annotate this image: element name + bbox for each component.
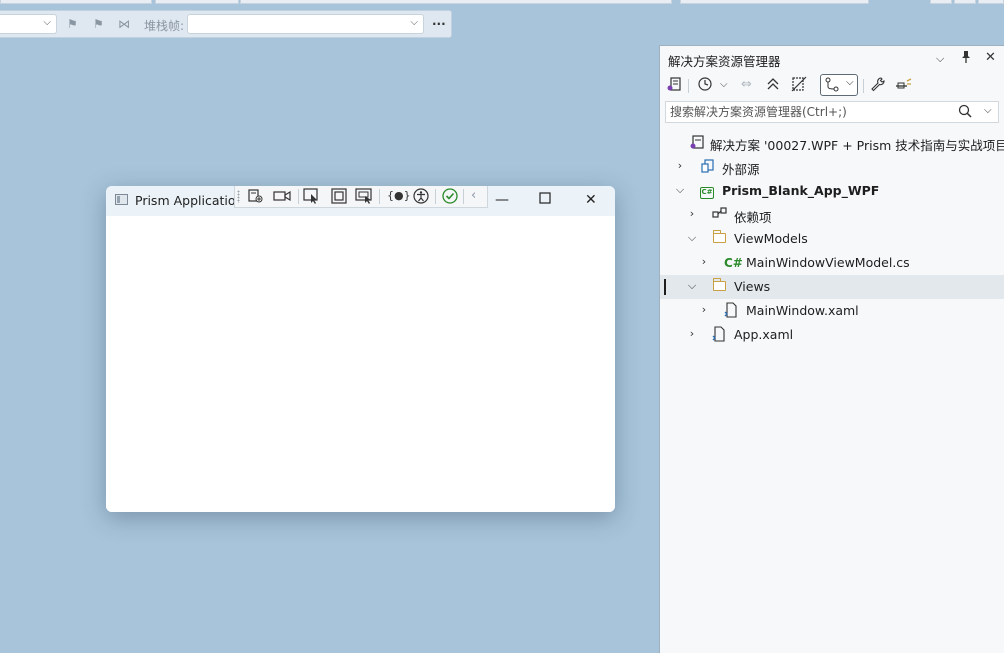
xaml-file-icon [712, 326, 726, 346]
xaml-runtime-toolbar: {●} ‹ [234, 186, 488, 208]
chevron-right-icon[interactable]: › [686, 327, 698, 340]
prism-app-window: Prism Application {●} ‹ — ✕ [106, 186, 615, 512]
top-strip-segment [930, 0, 952, 4]
properties-wrench-icon[interactable] [870, 76, 886, 98]
tree-item-external-sources[interactable]: › 外部源 [660, 155, 1004, 179]
chevron-right-icon[interactable]: › [698, 255, 710, 268]
toolbar-separator [435, 189, 436, 204]
chevron-down-icon[interactable]: ⌵ [936, 52, 944, 66]
preview-selected-icon[interactable] [895, 76, 913, 98]
tree-item-app-xaml[interactable]: › App.xaml [660, 323, 1004, 347]
select-element-icon[interactable] [303, 188, 321, 209]
xaml-file-icon [724, 302, 738, 322]
app-title-bar[interactable]: Prism Application {●} ‹ — ✕ [106, 186, 615, 216]
app-content-area [106, 216, 615, 512]
tree-item-label: App.xaml [734, 327, 794, 342]
live-visual-tree-icon[interactable] [247, 188, 263, 209]
dependencies-icon [712, 206, 728, 226]
tree-item-project[interactable]: ⌵ C# Prism_Blank_App_WPF [660, 179, 1004, 203]
record-video-icon[interactable] [273, 188, 291, 209]
top-strip-segment [978, 0, 1004, 4]
app-window-icon [115, 194, 128, 205]
tree-item-label: 外部源 [722, 162, 760, 177]
flag-all-icon[interactable]: ⚑ [93, 16, 104, 32]
tree-item-label: MainWindow.xaml [746, 303, 859, 318]
chevron-down-icon[interactable]: ⌵ [720, 76, 728, 94]
split-threads-icon[interactable]: ⋈ [118, 16, 130, 32]
chevron-right-icon[interactable]: › [674, 159, 686, 172]
chevron-right-icon[interactable]: › [686, 207, 698, 220]
toolbar-separator [379, 189, 380, 204]
tree-item-mainwindowviewmodel[interactable]: › C# MainWindowViewModel.cs [660, 251, 1004, 275]
sync-active-document-icon[interactable]: ⇔ [741, 76, 752, 94]
stack-frame-combo[interactable]: ⌵ [187, 14, 424, 34]
chevron-down-icon[interactable]: ⌵ [674, 183, 686, 197]
top-strip-segment [954, 0, 976, 4]
chevron-right-icon[interactable]: › [698, 303, 710, 316]
folder-icon [712, 278, 726, 295]
pending-changes-icon[interactable] [697, 76, 713, 98]
collapse-all-icon[interactable] [766, 76, 780, 98]
git-branch-icon [825, 77, 839, 96]
solution-search-box: ⌵ [665, 101, 999, 123]
top-strip-segment [240, 0, 672, 4]
chevron-down-icon: ⌵ [846, 77, 854, 88]
display-adorners-icon[interactable] [331, 188, 347, 209]
solution-icon [689, 134, 705, 154]
folder-icon [712, 230, 726, 247]
collapse-toolbar-icon[interactable]: ‹ [471, 188, 476, 204]
show-all-files-icon[interactable] [791, 76, 807, 98]
tree-item-dependencies[interactable]: › 依赖项 [660, 203, 1004, 227]
accessibility-icon[interactable] [413, 188, 429, 209]
track-focus-icon[interactable] [355, 188, 373, 209]
tree-item-label: Prism_Blank_App_WPF [722, 183, 880, 198]
chevron-down-icon[interactable]: ⌵ [686, 279, 698, 293]
chevron-down-icon[interactable]: ⌵ [984, 105, 992, 116]
tree-item-label: Views [734, 279, 771, 294]
top-strip-segment [155, 0, 239, 4]
tree-item-solution[interactable]: 解决方案 '00027.WPF + Prism 技术指南与实战项目（1 [660, 131, 1004, 155]
tree-item-label: 依赖项 [734, 210, 772, 225]
tree-item-label: 解决方案 '00027.WPF + Prism 技术指南与实战项目（1 [710, 138, 1004, 153]
thread-combo[interactable]: ⌵ [0, 14, 57, 34]
chevron-down-icon: ⌵ [43, 17, 51, 28]
csharp-project-icon: C# [700, 182, 714, 199]
solution-explorer-panel: 解决方案资源管理器 ⌵ ✕ ⌵ ⇔ ⌵ 搜索解决方案资源管理器(Ctrl+;) … [659, 45, 1004, 653]
debug-location-toolbar: ⌵ ⚑ ⚑ ⋈ 堆栈帧: ⌵ ··· [0, 10, 452, 38]
chevron-down-icon: ⌵ [410, 17, 418, 28]
switch-views-icon[interactable] [666, 76, 682, 98]
search-icon[interactable] [958, 104, 972, 122]
tree-item-viewmodels-folder[interactable]: ⌵ ViewModels [660, 227, 1004, 251]
tree-item-label: ViewModels [734, 231, 808, 246]
top-strip-segment [0, 0, 152, 4]
close-icon[interactable]: ✕ [985, 50, 996, 65]
csharp-file-icon: C# [724, 256, 743, 270]
more-options-icon[interactable]: ··· [432, 16, 446, 32]
chevron-down-icon[interactable]: ⌵ [686, 231, 698, 245]
panel-title: 解决方案资源管理器 [668, 54, 781, 69]
top-toolbar-strip [0, 0, 1004, 4]
flag-icon[interactable]: ⚑ [67, 16, 78, 32]
app-window-title: Prism Application [135, 193, 244, 208]
tree-item-views-folder[interactable]: ⌵ Views [660, 275, 1004, 299]
toolbar-grip[interactable] [237, 190, 240, 203]
stack-frame-label: 堆栈帧: [144, 19, 185, 33]
hot-reload-status-icon[interactable] [442, 188, 458, 209]
search-input[interactable] [670, 104, 950, 120]
binding-failures-icon[interactable]: {●} [387, 188, 411, 204]
pin-icon[interactable] [960, 50, 972, 68]
toolbar-separator [298, 189, 299, 204]
minimize-icon[interactable]: — [495, 192, 509, 208]
filter-combo[interactable]: ⌵ [820, 74, 858, 96]
close-icon[interactable]: ✕ [585, 192, 597, 208]
top-strip-segment [680, 0, 869, 4]
external-sources-icon [700, 158, 716, 178]
toolbar-separator [463, 189, 464, 204]
toolbar-separator [863, 79, 864, 93]
maximize-icon[interactable] [539, 191, 551, 209]
tree-item-mainwindow-xaml[interactable]: › MainWindow.xaml [660, 299, 1004, 323]
toolbar-separator [688, 79, 689, 93]
tree-item-label: MainWindowViewModel.cs [746, 255, 910, 270]
